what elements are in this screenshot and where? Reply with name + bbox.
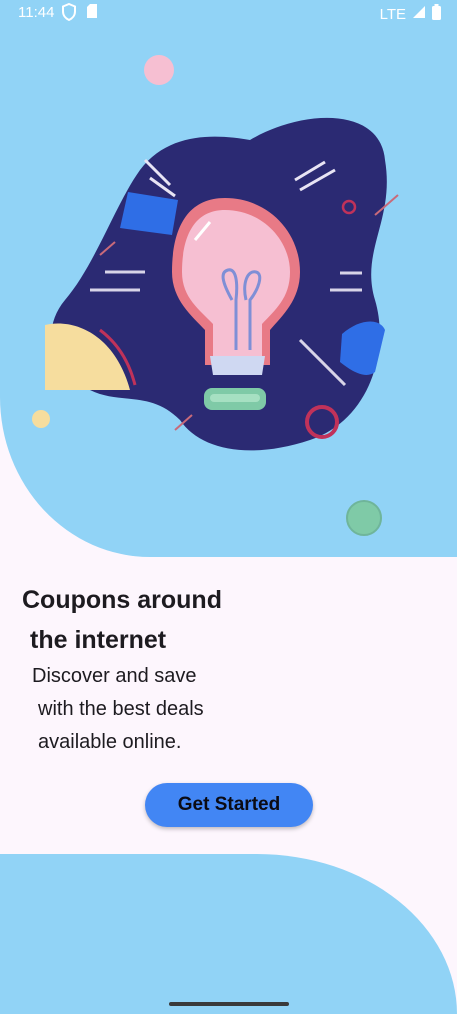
pink-dot [144,55,174,85]
onboarding-title: Coupons around the internet [22,580,282,660]
onboarding-description: Discover and save with the best deals av… [32,660,292,759]
lightbulb-illustration [32,55,399,536]
yellow-dot [32,410,50,428]
get-started-button[interactable]: Get Started [145,783,313,827]
network-type: LTE [379,5,406,23]
bottom-background-shape [0,854,457,1014]
description-line-1: Discover and save [32,665,197,687]
title-line-2: the internet [30,626,167,654]
title-line-1: Coupons around [22,586,222,614]
description-line-2: with the best deals [38,698,204,720]
gesture-nav-handle[interactable] [169,1002,289,1006]
status-time: 11:44 [18,4,55,21]
green-dot [346,500,382,536]
sim-card-icon [86,3,98,25]
battery-icon [432,4,441,24]
description-line-3: available online. [38,731,182,753]
shield-icon [62,2,76,25]
status-bar: 11:44 LTE [0,0,457,26]
signal-icon [412,5,426,23]
